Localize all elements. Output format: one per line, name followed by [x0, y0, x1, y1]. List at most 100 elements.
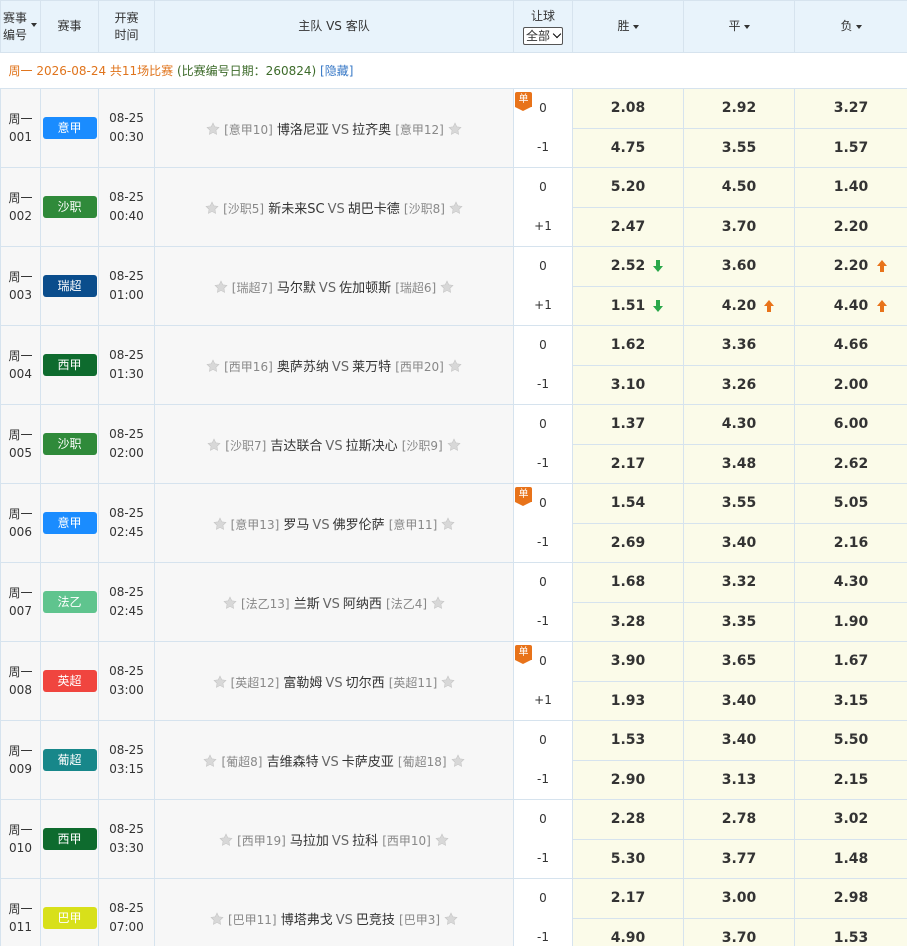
odds-draw[interactable]: 4.20	[683, 285, 795, 326]
league-badge[interactable]: 意甲	[42, 512, 97, 534]
header-win[interactable]: 胜	[572, 0, 684, 53]
odds-draw[interactable]: 3.70	[683, 206, 795, 247]
odds-draw[interactable]: 3.40	[683, 720, 795, 761]
odds-lose[interactable]: 2.20	[794, 206, 907, 247]
odds-win[interactable]: 2.69	[572, 522, 684, 563]
odds-lose[interactable]: 2.20	[794, 246, 907, 287]
star-icon[interactable]	[444, 911, 458, 926]
odds-win[interactable]: 2.28	[572, 799, 684, 840]
odds-win[interactable]: 2.17	[572, 878, 684, 919]
odds-win[interactable]: 2.17	[572, 443, 684, 484]
odds-draw[interactable]: 2.92	[683, 88, 795, 129]
odds-draw[interactable]: 3.32	[683, 562, 795, 603]
away-team[interactable]: 阿纳西	[343, 597, 382, 612]
header-match-no[interactable]: 赛事编号	[0, 0, 41, 53]
odds-lose[interactable]: 5.05	[794, 483, 907, 524]
odds-draw[interactable]: 3.55	[683, 483, 795, 524]
league-badge[interactable]: 意甲	[42, 117, 97, 139]
home-team[interactable]: 马拉加	[290, 834, 329, 849]
odds-draw[interactable]: 3.48	[683, 443, 795, 484]
star-icon[interactable]	[210, 911, 224, 926]
odds-win[interactable]: 2.47	[572, 206, 684, 247]
odds-lose[interactable]: 2.98	[794, 878, 907, 919]
away-team[interactable]: 胡巴卡德	[348, 202, 400, 217]
star-icon[interactable]	[448, 358, 462, 373]
home-team[interactable]: 马尔默	[277, 281, 316, 296]
odds-draw[interactable]: 3.36	[683, 325, 795, 366]
star-icon[interactable]	[431, 595, 445, 610]
odds-win[interactable]: 2.08	[572, 88, 684, 129]
odds-draw[interactable]: 3.70	[683, 917, 795, 946]
away-team[interactable]: 拉齐奥	[352, 123, 391, 138]
odds-win[interactable]: 1.53	[572, 720, 684, 761]
odds-lose[interactable]: 4.30	[794, 562, 907, 603]
star-icon[interactable]	[206, 358, 220, 373]
league-badge[interactable]: 西甲	[42, 828, 97, 850]
odds-win[interactable]: 5.20	[572, 167, 684, 208]
odds-draw[interactable]: 2.78	[683, 799, 795, 840]
odds-lose[interactable]: 1.57	[794, 127, 907, 168]
odds-lose[interactable]: 4.66	[794, 325, 907, 366]
odds-draw[interactable]: 3.77	[683, 838, 795, 879]
odds-draw[interactable]: 3.00	[683, 878, 795, 919]
odds-win[interactable]: 1.37	[572, 404, 684, 445]
star-icon[interactable]	[435, 832, 449, 847]
star-icon[interactable]	[449, 200, 463, 215]
star-icon[interactable]	[213, 674, 227, 689]
home-team[interactable]: 吉维森特	[267, 755, 319, 770]
home-team[interactable]: 博塔弗戈	[281, 913, 333, 928]
odds-lose[interactable]: 2.62	[794, 443, 907, 484]
odds-draw[interactable]: 3.13	[683, 759, 795, 800]
odds-draw[interactable]: 3.55	[683, 127, 795, 168]
away-team[interactable]: 切尔西	[346, 676, 385, 691]
odds-lose[interactable]: 3.15	[794, 680, 907, 721]
odds-lose[interactable]: 1.67	[794, 641, 907, 682]
odds-lose[interactable]: 2.16	[794, 522, 907, 563]
league-badge[interactable]: 葡超	[42, 749, 97, 771]
odds-lose[interactable]: 6.00	[794, 404, 907, 445]
league-badge[interactable]: 西甲	[42, 354, 97, 376]
home-team[interactable]: 奥萨苏纳	[277, 360, 329, 375]
home-team[interactable]: 罗马	[283, 518, 309, 533]
star-icon[interactable]	[223, 595, 237, 610]
star-icon[interactable]	[205, 200, 219, 215]
home-team[interactable]: 吉达联合	[270, 439, 322, 454]
star-icon[interactable]	[440, 279, 454, 294]
league-badge[interactable]: 法乙	[42, 591, 97, 613]
odds-lose[interactable]: 1.90	[794, 601, 907, 642]
odds-lose[interactable]: 1.48	[794, 838, 907, 879]
odds-draw[interactable]: 3.65	[683, 641, 795, 682]
odds-win[interactable]: 2.52	[572, 246, 684, 287]
star-icon[interactable]	[203, 753, 218, 768]
star-icon[interactable]	[213, 516, 227, 531]
odds-win[interactable]: 2.90	[572, 759, 684, 800]
odds-draw[interactable]: 4.50	[683, 167, 795, 208]
header-draw[interactable]: 平	[683, 0, 795, 53]
league-badge[interactable]: 沙职	[42, 433, 97, 455]
away-team[interactable]: 佐加顿斯	[339, 281, 391, 296]
star-icon[interactable]	[447, 437, 461, 452]
odds-lose[interactable]: 1.53	[794, 917, 907, 946]
league-badge[interactable]: 沙职	[42, 196, 97, 218]
odds-win[interactable]: 1.68	[572, 562, 684, 603]
away-team[interactable]: 拉科	[352, 834, 378, 849]
odds-lose[interactable]: 2.00	[794, 364, 907, 405]
league-badge[interactable]: 英超	[42, 670, 97, 692]
odds-draw[interactable]: 3.60	[683, 246, 795, 287]
odds-draw[interactable]: 3.26	[683, 364, 795, 405]
away-team[interactable]: 卡萨皮亚	[342, 755, 394, 770]
star-icon[interactable]	[441, 516, 455, 531]
home-team[interactable]: 博洛尼亚	[277, 123, 329, 138]
away-team[interactable]: 拉斯决心	[346, 439, 398, 454]
league-badge[interactable]: 巴甲	[42, 907, 97, 929]
star-icon[interactable]	[214, 279, 228, 294]
away-team[interactable]: 巴竞技	[356, 913, 395, 928]
star-icon[interactable]	[206, 121, 220, 136]
odds-win[interactable]: 1.54	[572, 483, 684, 524]
star-icon[interactable]	[441, 674, 455, 689]
odds-lose[interactable]: 4.40	[794, 285, 907, 326]
star-icon[interactable]	[450, 753, 465, 768]
star-icon[interactable]	[207, 437, 221, 452]
home-team[interactable]: 富勒姆	[283, 676, 322, 691]
league-badge[interactable]: 瑞超	[42, 275, 97, 297]
